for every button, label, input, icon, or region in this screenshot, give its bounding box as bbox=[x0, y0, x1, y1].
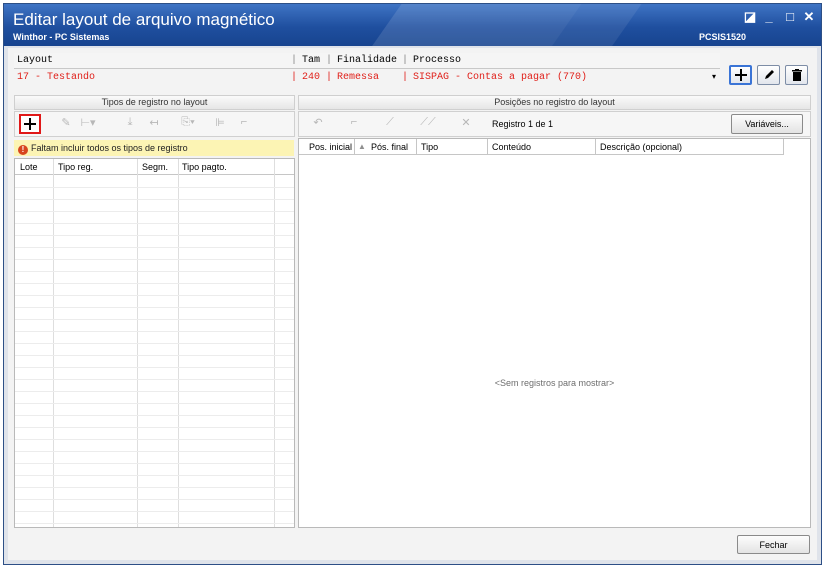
right-panel-title: Posições no registro do layout bbox=[298, 95, 811, 110]
indent-icon[interactable]: ⊢▾ bbox=[79, 116, 97, 132]
grid-row-line bbox=[15, 271, 294, 272]
next-record-icon[interactable]: ⟋ bbox=[381, 116, 399, 132]
warning-banner: ! Faltam incluir todos os tipos de regist… bbox=[14, 140, 294, 156]
edit-layout-button[interactable] bbox=[757, 65, 780, 85]
grid-row-line bbox=[15, 295, 294, 296]
grid-row-line bbox=[15, 379, 294, 380]
warning-icon: ! bbox=[18, 145, 28, 155]
left-panel-title: Tipos de registro no layout bbox=[14, 95, 295, 110]
program-code: PCSIS1520 bbox=[699, 32, 747, 42]
col-descricao: Descrição (opcional) bbox=[600, 142, 683, 152]
header-tam: Tam bbox=[302, 55, 321, 66]
close-icon[interactable]: ✕ bbox=[801, 9, 817, 25]
grid-row-line bbox=[15, 487, 294, 488]
col-lote: Lote bbox=[20, 162, 38, 172]
record-types-header: Lote Tipo reg. Segm. Tipo pagto. bbox=[15, 159, 294, 175]
split-icon[interactable]: ⊫ bbox=[211, 116, 229, 132]
window-content: Layout | Tam | Finalidade | Processo 17 … bbox=[8, 48, 817, 560]
add-record-type-button[interactable] bbox=[19, 114, 41, 134]
grid-row-line bbox=[15, 283, 294, 284]
grid-row-line bbox=[15, 331, 294, 332]
grid-row-line bbox=[15, 187, 294, 188]
main-window: Editar layout de arquivo magnético Winth… bbox=[3, 3, 822, 565]
grid-row-line bbox=[15, 511, 294, 512]
positions-grid[interactable]: Pos. inicial ▲ Pós. final Tipo Conteúdo … bbox=[298, 138, 811, 528]
trash-icon bbox=[791, 69, 802, 81]
grid-row-line bbox=[15, 259, 294, 260]
minimize-icon[interactable]: _ bbox=[761, 9, 777, 24]
grid-row-line bbox=[15, 211, 294, 212]
col-tipo-pagto: Tipo pagto. bbox=[182, 162, 227, 172]
edit-icon bbox=[764, 70, 774, 79]
grid-row-line bbox=[15, 475, 294, 476]
grid-row-line bbox=[15, 415, 294, 416]
col-tipo-reg: Tipo reg. bbox=[58, 162, 94, 172]
finalidade-value: Remessa bbox=[337, 72, 380, 83]
grid-row-line bbox=[15, 199, 294, 200]
cancel-record-icon[interactable]: ✕ bbox=[457, 116, 475, 132]
chevron-down-icon[interactable]: ▾ bbox=[712, 72, 716, 81]
layout-select-row[interactable]: 17 - Testando | 240 | Remessa | SISPAG -… bbox=[14, 70, 720, 84]
move-right-icon[interactable]: ↤ bbox=[145, 116, 163, 132]
sort-asc-icon: ▲ bbox=[358, 142, 366, 151]
header-layout: Layout bbox=[17, 55, 54, 66]
window-subtitle: Winthor - PC Sistemas bbox=[13, 32, 110, 42]
col-pos-final: Pós. final bbox=[371, 142, 409, 152]
variables-button[interactable]: Variáveis... bbox=[731, 114, 803, 134]
move-left-icon[interactable]: ⤓ bbox=[121, 116, 139, 132]
last-record-icon[interactable]: ⟋⟋ bbox=[419, 116, 437, 132]
grid-row-line bbox=[15, 307, 294, 308]
grid-row-line bbox=[15, 319, 294, 320]
grid-row-line bbox=[15, 223, 294, 224]
maximize-icon[interactable]: □ bbox=[782, 9, 798, 24]
record-types-grid[interactable]: Lote Tipo reg. Segm. Tipo pagto. bbox=[14, 158, 295, 528]
grid-row-line bbox=[15, 391, 294, 392]
add-icon bbox=[734, 69, 747, 81]
grid-row-line bbox=[15, 523, 294, 524]
grid-row-line bbox=[15, 439, 294, 440]
col-pos-inicial: Pos. inicial bbox=[309, 142, 353, 152]
warning-text: Faltam incluir todos os tipos de registr… bbox=[31, 143, 188, 153]
edit-icon[interactable]: ✎ bbox=[57, 116, 75, 132]
empty-grid-message: <Sem registros para mostrar> bbox=[494, 378, 615, 388]
layout-value: 17 - Testando bbox=[17, 72, 96, 83]
align-icon[interactable]: ⌐ bbox=[235, 116, 253, 132]
tam-value: 240 bbox=[302, 72, 321, 83]
grid-row-line bbox=[15, 247, 294, 248]
grid-row-line bbox=[15, 427, 294, 428]
layout-table-header: Layout | Tam | Finalidade | Processo bbox=[14, 53, 720, 69]
header-processo: Processo bbox=[413, 55, 462, 66]
left-toolbar: ✎ ⊢▾ ⤓ ↤ ⎘▾ ⊫ ⌐ bbox=[14, 111, 295, 137]
close-button[interactable]: Fechar bbox=[737, 535, 810, 554]
grid-row-line bbox=[15, 367, 294, 368]
add-icon bbox=[24, 118, 36, 130]
add-layout-button[interactable] bbox=[729, 65, 752, 85]
grid-row-line bbox=[15, 451, 294, 452]
processo-value: SISPAG - Contas a pagar (770) bbox=[413, 72, 588, 83]
copy-icon[interactable]: ⎘▾ bbox=[179, 116, 197, 132]
col-tipo: Tipo bbox=[421, 142, 439, 152]
window-title: Editar layout de arquivo magnético bbox=[13, 10, 275, 29]
delete-layout-button[interactable] bbox=[785, 65, 808, 85]
record-counter: Registro 1 de 1 bbox=[492, 119, 554, 129]
prev-record-icon[interactable]: ⌐ bbox=[345, 116, 363, 132]
grid-row-line bbox=[15, 463, 294, 464]
positions-header: Pos. inicial ▲ Pós. final Tipo Conteúdo … bbox=[299, 139, 783, 155]
title-bar: Editar layout de arquivo magnético Winth… bbox=[4, 4, 821, 46]
grid-row-line bbox=[15, 403, 294, 404]
col-conteudo: Conteúdo bbox=[492, 142, 532, 152]
right-toolbar: ↶ ⌐ ⟋ ⟋⟋ ✕ Registro 1 de 1 Variáveis... bbox=[298, 111, 811, 137]
header-finalidade: Finalidade bbox=[337, 55, 398, 66]
restore-icon[interactable]: ◪ bbox=[742, 9, 758, 25]
grid-row-line bbox=[15, 235, 294, 236]
grid-row-line bbox=[15, 343, 294, 344]
col-segm: Segm. bbox=[142, 162, 169, 172]
grid-row-line bbox=[15, 355, 294, 356]
first-record-icon[interactable]: ↶ bbox=[309, 116, 327, 132]
grid-row-line bbox=[15, 499, 294, 500]
